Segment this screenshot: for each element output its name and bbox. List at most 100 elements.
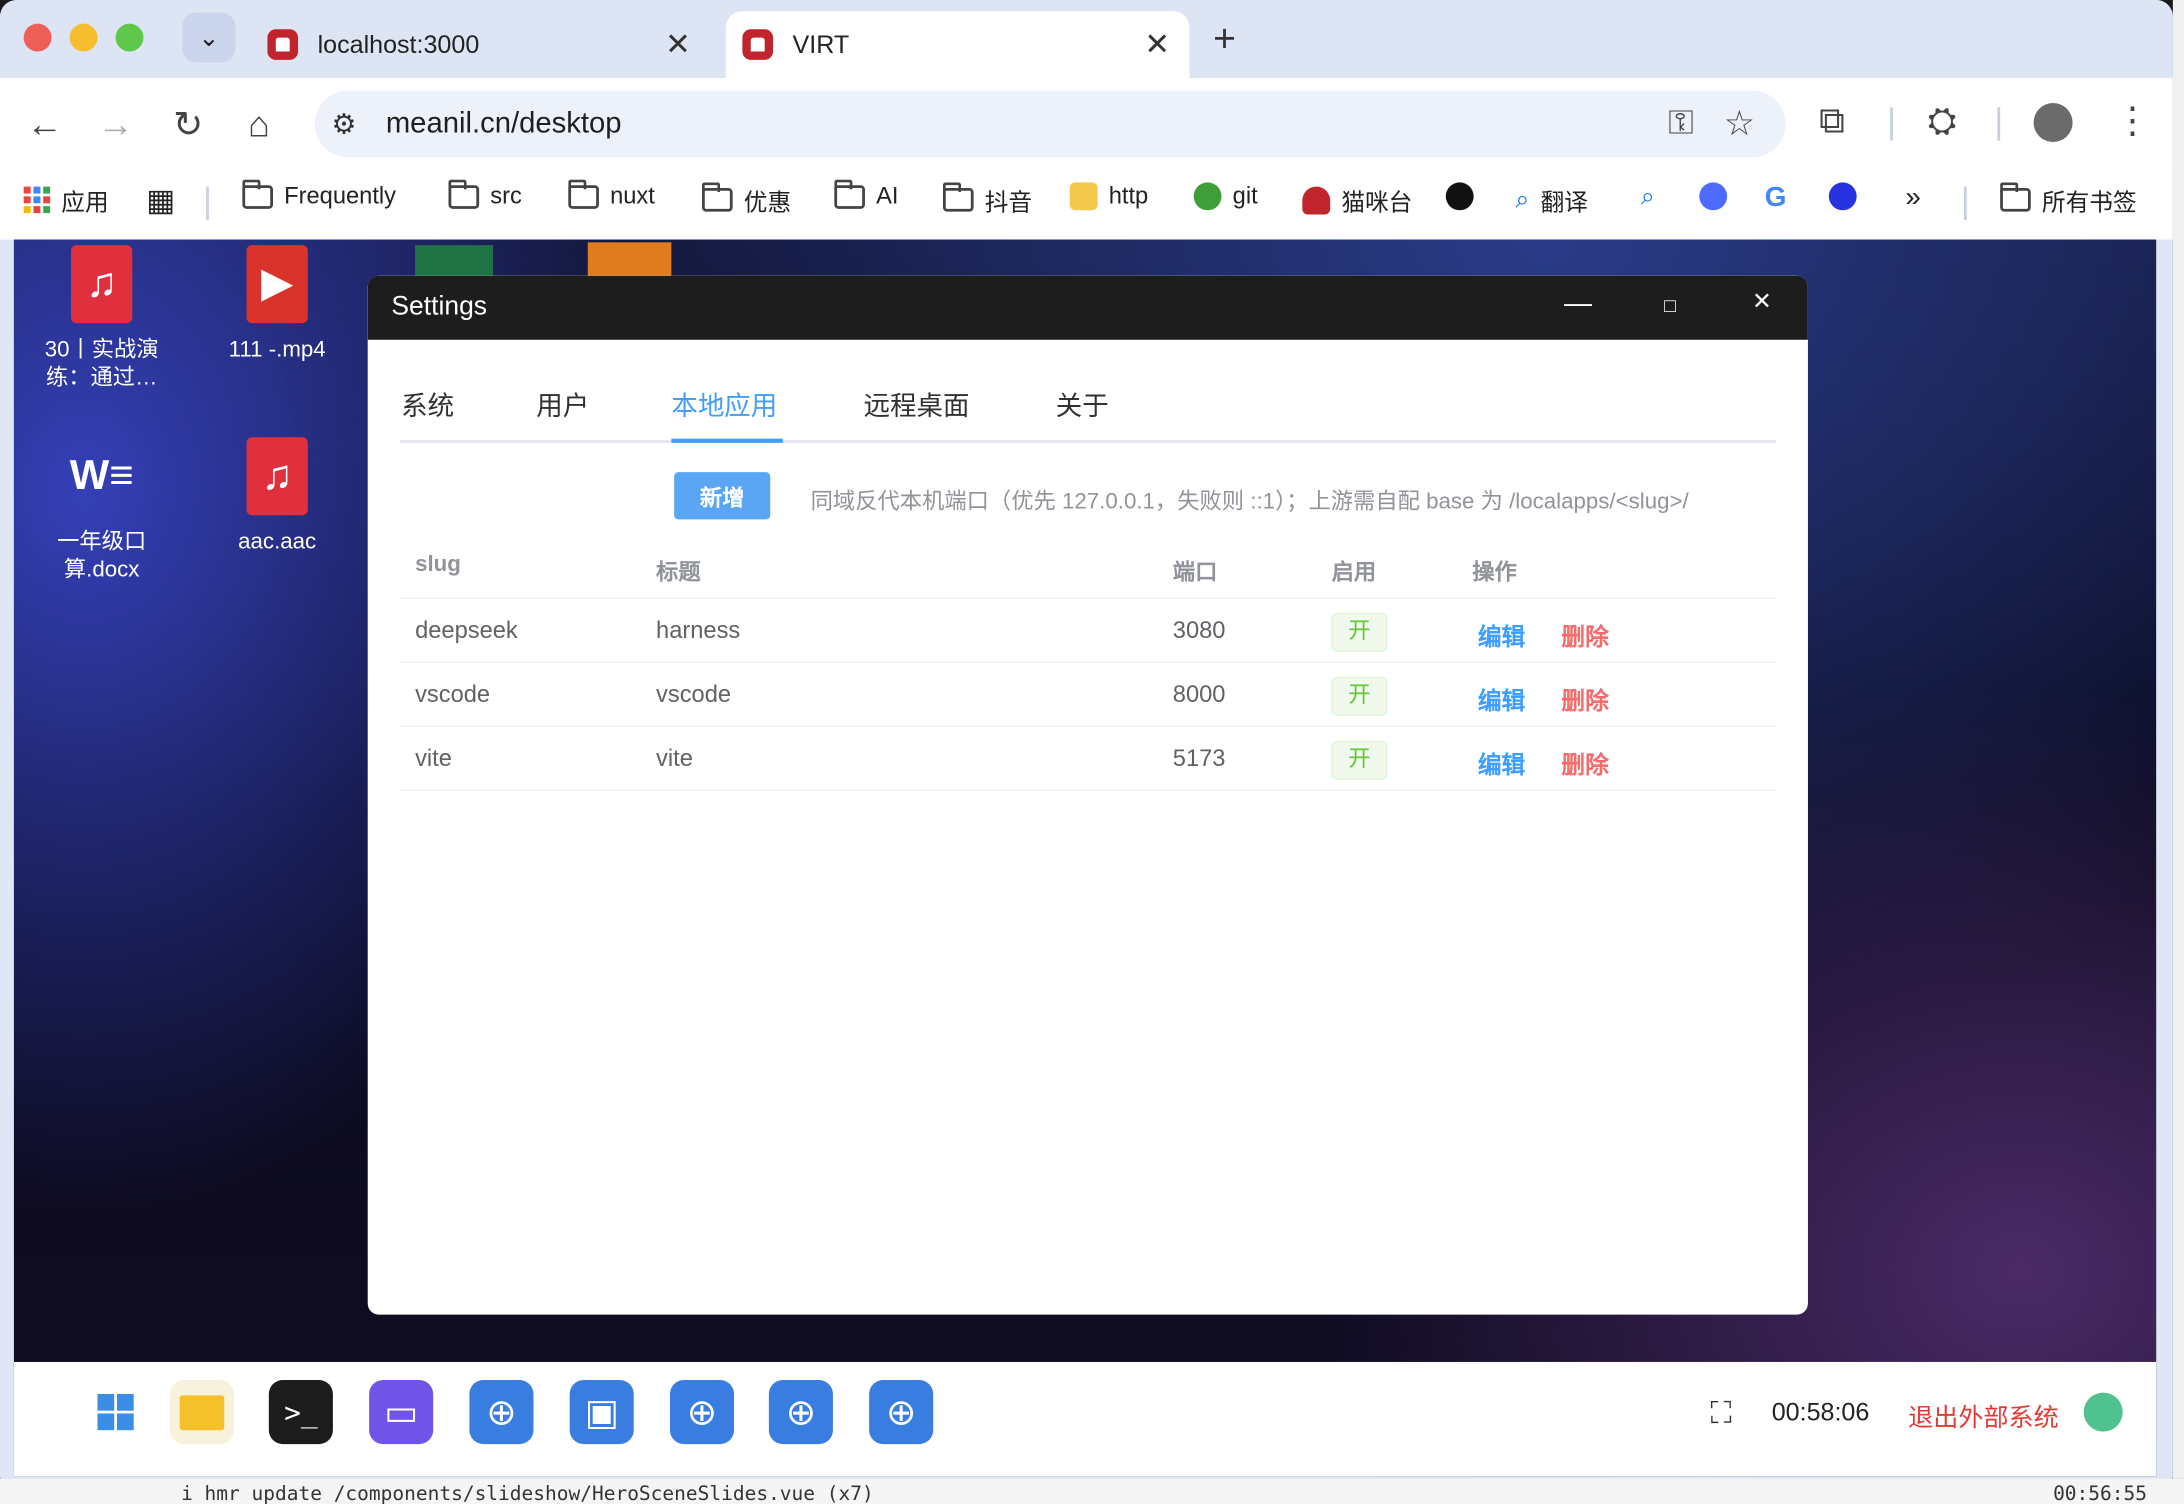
desktop-icon-word[interactable]: W≡ 一年级口算.docx (25, 437, 178, 585)
zoom-window-button[interactable] (115, 23, 144, 52)
desktop-icon-label: 30丨实战演练：通过… (44, 338, 159, 390)
desktop-icon-label: aac.aac (238, 530, 317, 555)
delete-button[interactable]: 删除 (1561, 745, 1608, 780)
tab-system[interactable]: 系统 (401, 386, 454, 424)
reload-icon[interactable]: ↻ (167, 103, 209, 146)
close-window-button[interactable] (23, 23, 52, 52)
remote-desktop-button[interactable]: ▣ (569, 1380, 634, 1445)
browser-window: ⌄ localhost:3000 ✕ VIRT ✕ + ← → ↻ ⌂ ⚙ me… (0, 0, 2173, 1493)
url-text[interactable]: meanil.cn/desktop (386, 107, 622, 140)
bookmark-google[interactable]: G (1765, 182, 1787, 214)
row-port: 8000 (1172, 680, 1226, 708)
local-app-vscode-button[interactable]: ⊕ (768, 1380, 833, 1445)
bookmark-all[interactable]: 所有书签 (2000, 182, 2137, 217)
row-slug: vscode (415, 680, 491, 708)
site-info-icon[interactable]: ⚙ (331, 107, 356, 142)
bookmark-youhui[interactable]: 优惠 (701, 182, 791, 217)
profile-avatar[interactable] (2033, 103, 2073, 143)
settings-title: Settings (391, 292, 488, 322)
minimize-icon[interactable]: — (1557, 288, 1599, 320)
bookmark-maomitai[interactable]: 猫咪台 (1302, 182, 1412, 217)
bookmark-frequently[interactable]: Frequently (242, 178, 396, 210)
tab-localhost[interactable]: localhost:3000 ✕ (251, 11, 711, 78)
close-icon[interactable]: ✕ (1741, 288, 1783, 316)
tab-close-icon[interactable]: ✕ (1144, 26, 1170, 62)
extensions-icon[interactable]: ⧉ (1819, 99, 1845, 144)
terminal-prompt-icon: >_ (284, 1395, 318, 1429)
screen: ⌄ localhost:3000 ✕ VIRT ✕ + ← → ↻ ⌂ ⚙ me… (0, 0, 2184, 1504)
app-window-button[interactable]: ▭ (369, 1380, 434, 1445)
web-app-button[interactable]: ⊕ (469, 1380, 534, 1445)
desktop-icon-music[interactable]: ♫ 30丨实战演练：通过… (25, 245, 178, 393)
status-indicator[interactable] (2083, 1392, 2123, 1432)
maximize-icon[interactable]: □ (1649, 294, 1691, 316)
whale-favicon-icon (1699, 182, 1728, 211)
forward-arrow-icon[interactable]: → (95, 103, 137, 146)
tab-title: localhost:3000 (317, 29, 480, 58)
fullscreen-icon[interactable]: ⛶ (1710, 1395, 1731, 1431)
new-tab-button[interactable]: + (1213, 17, 1236, 62)
video-file-icon: ▶ (246, 245, 308, 324)
http-favicon-icon (1069, 182, 1098, 211)
tab-search-button[interactable]: ⌄ (182, 12, 236, 63)
column-header: 标题 (656, 561, 701, 585)
tab-users[interactable]: 用户 (536, 386, 589, 424)
bookmark-deepseek[interactable] (1699, 182, 1728, 211)
site-favicon-icon (267, 29, 299, 60)
bookmark-nuxt[interactable]: nuxt (568, 178, 655, 210)
bookmark-src[interactable]: src (448, 178, 522, 210)
minimize-window-button[interactable] (69, 23, 98, 52)
terminal-output: i hmr update /components/slideshow/HeroS… (0, 1478, 2184, 1504)
window-card-icon: ▭ (384, 1390, 419, 1433)
delete-button[interactable]: 删除 (1561, 681, 1608, 716)
tab-close-icon[interactable]: ✕ (665, 26, 691, 62)
desktop-icon-aac[interactable]: ♫ aac.aac (201, 437, 354, 557)
bookmark-douyin[interactable]: 抖音 (942, 182, 1032, 217)
edit-button[interactable]: 编辑 (1478, 617, 1525, 652)
browser-toolbar: ← → ↻ ⌂ ⚙ meanil.cn/desktop ⚿ ☆ ⧉ ⛭ ⋮ (0, 77, 2173, 168)
bookmark-baidu[interactable] (1828, 182, 1857, 211)
bookmark-apps[interactable]: 应用 (23, 182, 109, 217)
desktop-icon-label: 一年级口算.docx (57, 530, 147, 583)
start-button[interactable] (84, 1380, 148, 1444)
tab-groups-icon[interactable]: ▦ (146, 182, 175, 218)
delete-button[interactable]: 删除 (1561, 617, 1608, 652)
bookmark-fanyi[interactable]: ⌕ 翻译 (1515, 182, 1588, 217)
bookmark-http[interactable]: http (1069, 182, 1148, 211)
exit-external-system-button[interactable]: 退出外部系统 (1908, 1398, 2058, 1434)
edit-button[interactable]: 编辑 (1478, 745, 1525, 780)
tab-virt[interactable]: VIRT ✕ (725, 11, 1190, 78)
star-icon[interactable]: ☆ (1724, 103, 1755, 145)
local-app-vite-button[interactable]: ⊕ (869, 1380, 934, 1445)
settings-titlebar[interactable]: Settings — □ ✕ (367, 275, 1808, 340)
table-row: deepseek harness 3080 开 编辑 删除 (399, 599, 1776, 663)
more-menu-icon[interactable]: ⋮ (2114, 99, 2150, 142)
desktop-icon-video[interactable]: ▶ 111 -.mp4 (201, 245, 354, 365)
home-icon[interactable]: ⌂ (238, 103, 280, 146)
back-arrow-icon[interactable]: ← (24, 103, 66, 146)
tab-local-apps[interactable]: 本地应用 (671, 386, 777, 424)
local-app-deepseek-button[interactable]: ⊕ (669, 1380, 735, 1445)
key-icon[interactable]: ⚿ (1668, 104, 1693, 143)
taskbar: >_ ▭ ⊕ ▣ ⊕ ⊕ ⊕ ⛶ 00:58:06 退出外部系统 (13, 1361, 2157, 1477)
edit-button[interactable]: 编辑 (1478, 681, 1525, 716)
folder-icon (179, 1394, 225, 1430)
terminal-button[interactable]: >_ (268, 1380, 333, 1445)
active-tab-indicator (671, 438, 783, 443)
bookmarks-overflow-icon[interactable]: » (1905, 182, 1920, 214)
bookmark-search[interactable]: ⌕ (1641, 182, 1655, 211)
bookmark-git[interactable]: git (1193, 182, 1258, 211)
incognito-icon[interactable]: ⛭ (1928, 99, 1957, 144)
file-manager-button[interactable] (169, 1380, 234, 1445)
row-port: 5173 (1172, 745, 1226, 772)
taskbar-clock: 00:58:06 (1771, 1398, 1870, 1427)
tab-remote-desktop[interactable]: 远程桌面 (864, 386, 970, 424)
address-bar[interactable]: ⚙ meanil.cn/desktop ⚿ ☆ (314, 90, 1786, 158)
tab-about[interactable]: 关于 (1056, 386, 1109, 424)
table-row: vscode vscode 8000 开 编辑 删除 (399, 663, 1776, 727)
add-app-button[interactable]: 新增 (674, 472, 771, 520)
bookmark-github[interactable] (1445, 182, 1474, 211)
bookmark-ai[interactable]: AI (834, 178, 898, 210)
background-window-edge (2172, 0, 2184, 1479)
toolbar-divider (1997, 107, 2001, 141)
